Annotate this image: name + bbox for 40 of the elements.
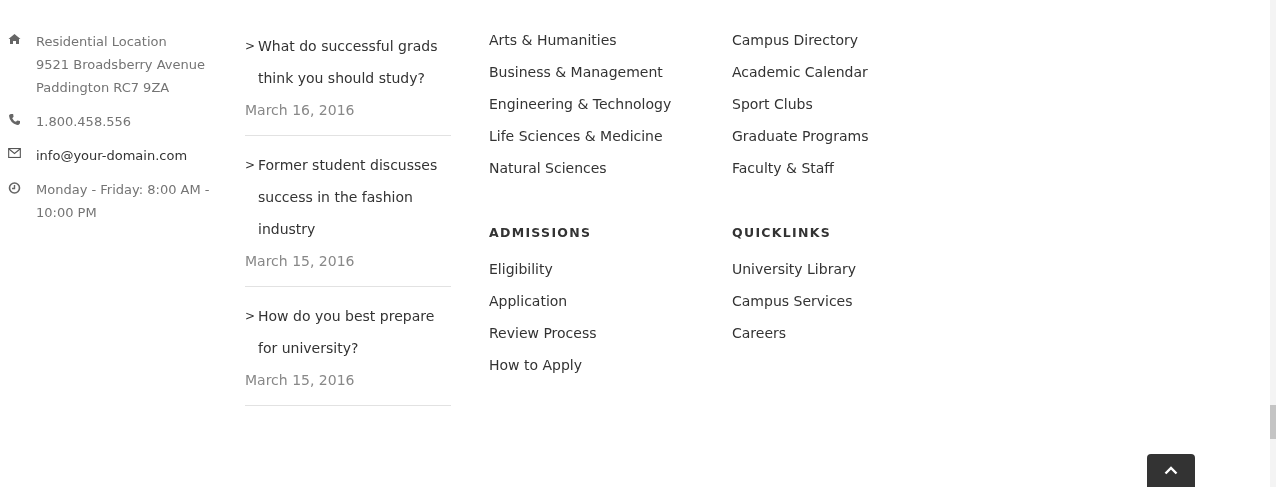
chevron-icon: > — [245, 149, 258, 245]
footer-link[interactable]: Campus Directory — [732, 24, 859, 56]
footer-link[interactable]: Business & Management — [489, 56, 663, 88]
footer-link[interactable]: Engineering & Technology — [489, 88, 672, 120]
post-title-link[interactable]: How do you best prepare for university? — [258, 300, 451, 364]
post-date: March 15, 2016 — [245, 252, 356, 271]
post-date: March 16, 2016 — [245, 101, 356, 120]
post-date: March 15, 2016 — [245, 371, 356, 390]
contact-text: 9521 Broadsberry Avenue — [36, 56, 205, 74]
mail-icon — [8, 148, 21, 158]
footer-link[interactable]: Life Sciences & Medicine — [489, 120, 663, 152]
footer-link[interactable]: How to Apply — [489, 349, 583, 381]
footer-link[interactable]: Sport Clubs — [732, 88, 813, 120]
chevron-up-icon — [1164, 466, 1178, 475]
post-title-link[interactable]: Former student discusses success in the fashion industry — [258, 149, 451, 245]
chevron-icon: > — [245, 30, 258, 94]
contact-text: Paddington RC7 9ZA — [36, 79, 171, 97]
email-link[interactable]: info@your-domain.com — [36, 144, 188, 167]
section-heading: ADMISSIONS — [489, 224, 592, 242]
contact-text: Residential Location — [36, 33, 168, 51]
scroll-to-top-button[interactable] — [1147, 454, 1195, 487]
home-icon — [8, 34, 21, 44]
footer-link[interactable]: University Library — [732, 253, 857, 285]
footer-link[interactable]: Eligibility — [489, 253, 553, 285]
footer-link[interactable]: Arts & Humanities — [489, 24, 617, 56]
footer-link[interactable]: Academic Calendar — [732, 56, 868, 88]
chevron-icon: > — [245, 300, 258, 364]
footer-link[interactable]: Review Process — [489, 317, 597, 349]
contact-text: Monday - Friday: 8:00 AM - 10:00 PM — [36, 181, 211, 222]
footer-link[interactable]: Faculty & Staff — [732, 152, 834, 184]
phone-icon — [8, 114, 21, 125]
contact-text: 1.800.458.556 — [36, 113, 132, 131]
post-title-link[interactable]: What do successful grads think you should study? — [258, 30, 451, 94]
section-heading: QUICKLINKS — [732, 224, 832, 242]
footer-link[interactable]: Graduate Programs — [732, 120, 869, 152]
footer-link[interactable]: Application — [489, 285, 568, 317]
clock-icon — [8, 182, 21, 194]
footer-link[interactable]: Campus Services — [732, 285, 853, 317]
footer-link[interactable]: Natural Sciences — [489, 152, 607, 184]
footer-link[interactable]: Careers — [732, 317, 787, 349]
